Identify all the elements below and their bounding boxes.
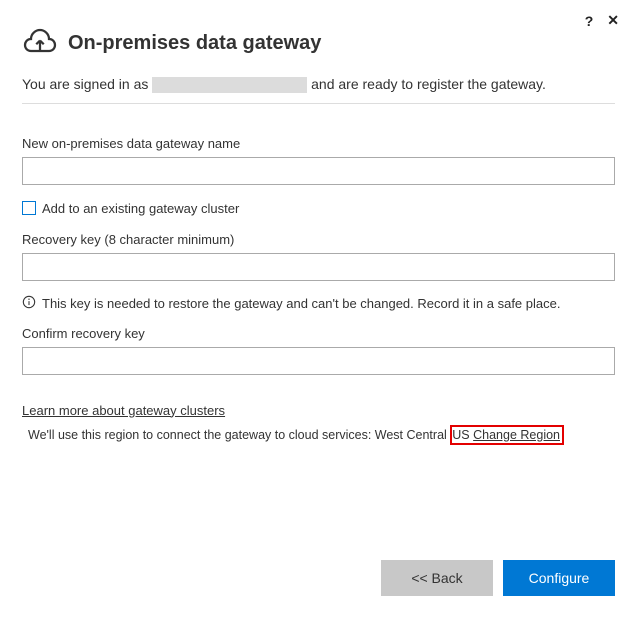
page-title: On-premises data gateway <box>68 32 321 55</box>
gateway-name-input[interactable] <box>22 157 615 185</box>
change-region-link[interactable]: Change Region <box>473 428 560 442</box>
recovery-key-label: Recovery key (8 character minimum) <box>22 232 615 247</box>
confirm-key-label: Confirm recovery key <box>22 326 615 341</box>
gateway-name-label: New on-premises data gateway name <box>22 136 615 151</box>
configure-button[interactable]: Configure <box>503 560 615 596</box>
signin-status: You are signed in as and are ready to re… <box>22 75 615 95</box>
signin-prefix: You are signed in as <box>22 76 152 92</box>
region-info: We'll use this region to connect the gat… <box>22 428 615 442</box>
learn-more-link[interactable]: Learn more about gateway clusters <box>22 403 225 418</box>
recovery-key-input[interactable] <box>22 253 615 281</box>
cloud-gateway-icon <box>22 24 58 63</box>
close-icon[interactable]: ✕ <box>607 12 619 29</box>
region-prefix: We'll use this region to connect the gat… <box>28 428 450 442</box>
change-region-highlight: US Change Region <box>450 425 564 445</box>
confirm-key-input[interactable] <box>22 347 615 375</box>
dialog-header: On-premises data gateway <box>22 24 615 63</box>
info-icon <box>22 295 36 312</box>
redacted-username <box>152 77 307 93</box>
divider <box>22 103 615 104</box>
signin-suffix: and are ready to register the gateway. <box>307 76 546 92</box>
region-value-part: US <box>452 428 473 442</box>
recovery-key-note: This key is needed to restore the gatewa… <box>42 296 560 311</box>
back-button[interactable]: << Back <box>381 560 493 596</box>
help-icon[interactable]: ? <box>585 13 594 29</box>
add-cluster-checkbox[interactable] <box>22 201 36 215</box>
add-cluster-label: Add to an existing gateway cluster <box>42 201 239 216</box>
